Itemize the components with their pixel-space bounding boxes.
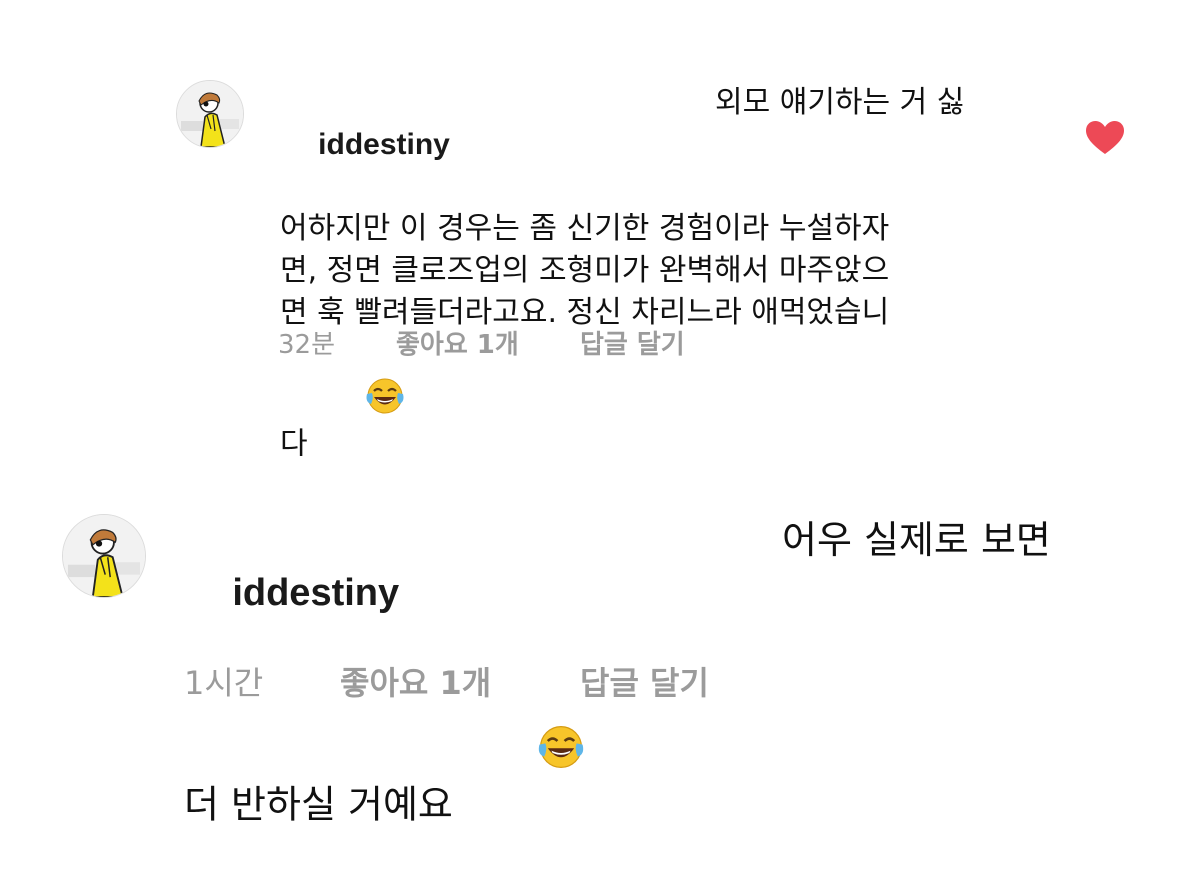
comment-time: 1시간 <box>184 664 264 702</box>
comment-meta: 1시간 좋아요 1개 답글 달기 <box>184 658 784 702</box>
avatar-image <box>177 81 243 147</box>
username[interactable]: iddestiny <box>318 128 450 161</box>
like-count-button[interactable]: 좋아요 1개 <box>396 324 519 361</box>
avatar[interactable] <box>176 80 244 148</box>
heart-icon[interactable] <box>1085 120 1125 156</box>
comment-text: 더 반하실 거예요 <box>184 782 453 827</box>
username[interactable]: iddestiny <box>232 572 399 614</box>
comment-2: iddestiny 어우 실제로 보면 더 반하실 거예요 1시간 좋아요 1개 … <box>0 380 1200 826</box>
comment-time: 32분 <box>278 330 336 360</box>
avatar[interactable] <box>62 514 146 598</box>
comment-text-line1: 어우 실제로 보면 <box>782 518 1051 562</box>
comment-reply-1: iddestiny 외모 얘기하는 거 싫 어하지만 이 경우는 좀 신기한 경험… <box>0 0 1200 462</box>
comment-text-line1: 외모 얘기하는 거 싫 <box>715 85 965 120</box>
reply-button[interactable]: 답글 달기 <box>580 324 685 361</box>
like-count-button[interactable]: 좋아요 1개 <box>340 658 491 704</box>
reply-button[interactable]: 답글 달기 <box>580 658 709 704</box>
comment-meta: 32분 좋아요 1개 답글 달기 <box>278 324 778 360</box>
avatar-image <box>63 515 145 597</box>
